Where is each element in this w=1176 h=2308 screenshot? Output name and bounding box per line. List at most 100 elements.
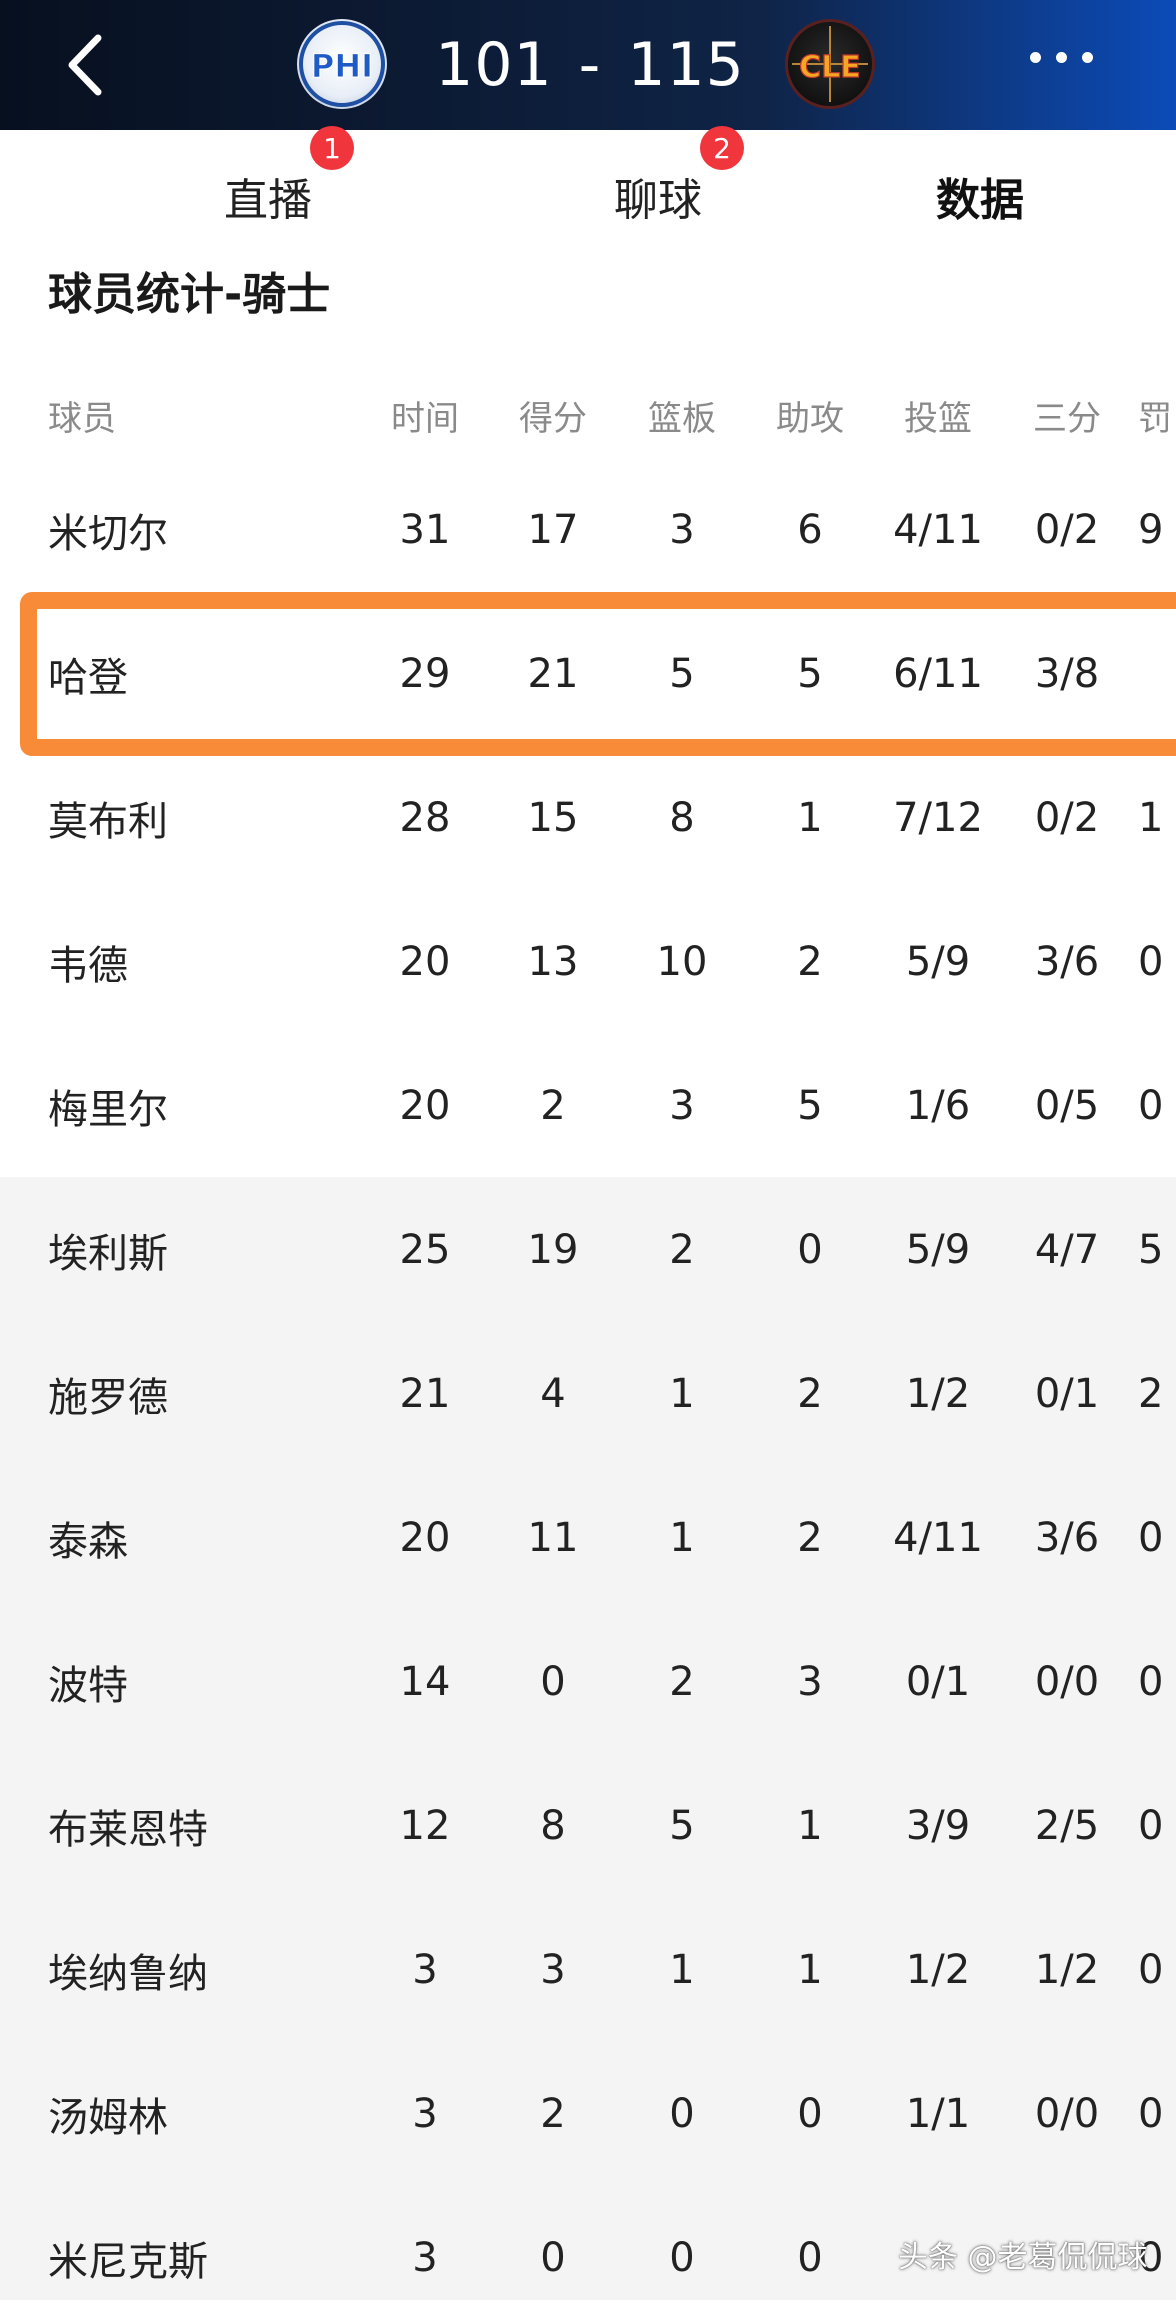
stat-free-throws: 0 — [1138, 2091, 1164, 2137]
col-header-three-pointers[interactable]: 三分 — [1017, 365, 1117, 465]
stat-free-throws: 5 — [1138, 1227, 1164, 1273]
stat-field-goals: 1/2 — [905, 1947, 971, 1993]
stat-free-throws: 2 — [1138, 1371, 1164, 1417]
stat-field-goals: 1/1 — [905, 2091, 971, 2137]
table-row[interactable]: 布莱恩特 12 8 5 1 3/9 2/5 0 — [0, 1776, 1176, 1876]
stat-points: 11 — [527, 1515, 579, 1561]
table-row[interactable]: 梅里尔 20 2 3 5 1/6 0/5 0 — [0, 1056, 1176, 1156]
tab-stats-label: 数据 — [936, 175, 1024, 226]
stat-field-goals: 1/2 — [905, 1371, 971, 1417]
home-team-abbr: PHI — [311, 47, 373, 85]
table-row[interactable]: 埃利斯 25 19 2 0 5/9 4/7 5 — [0, 1200, 1176, 1300]
stat-minutes: 12 — [399, 1803, 451, 1849]
stat-rebounds: 3 — [669, 507, 695, 553]
away-score: 115 — [627, 30, 745, 100]
col-header-minutes[interactable]: 时间 — [375, 365, 475, 465]
stat-field-goals: 7/12 — [893, 795, 983, 841]
stat-minutes: 21 — [399, 1371, 451, 1417]
stat-points: 4 — [540, 1371, 566, 1417]
player-name: 韦德 — [48, 943, 128, 989]
stat-rebounds: 0 — [669, 2091, 695, 2137]
stat-assists: 6 — [797, 507, 823, 553]
stat-rebounds: 1 — [669, 1371, 695, 1417]
stats-column-headers: 球员 时间 得分 篮板 助攻 投篮 三分 罚 — [0, 365, 1176, 465]
stat-three-pointers: 3/6 — [1034, 1515, 1100, 1561]
stat-three-pointers: 0/2 — [1034, 795, 1100, 841]
stat-assists: 0 — [797, 2235, 823, 2281]
stat-three-pointers: 0/2 — [1034, 507, 1100, 553]
stat-minutes: 28 — [399, 795, 451, 841]
stat-points: 3 — [540, 1947, 566, 1993]
stat-points: 0 — [540, 2235, 566, 2281]
stat-field-goals: 4/11 — [893, 1515, 983, 1561]
stat-minutes: 20 — [399, 1083, 451, 1129]
table-row[interactable]: 韦德 20 13 10 2 5/9 3/6 0 — [0, 912, 1176, 1012]
stat-rebounds: 3 — [669, 1083, 695, 1129]
player-name: 米尼克斯 — [48, 2239, 208, 2285]
table-row[interactable]: 汤姆林 3 2 0 0 1/1 0/0 0 — [0, 2064, 1176, 2164]
stat-three-pointers: 1/2 — [1034, 1947, 1100, 1993]
stat-minutes: 20 — [399, 1515, 451, 1561]
stat-points: 2 — [540, 2091, 566, 2137]
stat-three-pointers: 3/6 — [1034, 939, 1100, 985]
stat-three-pointers: 4/7 — [1034, 1227, 1100, 1273]
stat-points: 15 — [527, 795, 579, 841]
stat-minutes: 3 — [412, 2235, 438, 2281]
stat-assists: 0 — [797, 2091, 823, 2137]
tab-chat-label: 聊球 — [614, 175, 702, 226]
stat-assists: 1 — [797, 1947, 823, 1993]
stat-rebounds: 5 — [669, 1803, 695, 1849]
stat-assists: 1 — [797, 795, 823, 841]
away-team-logo[interactable]: CLE — [785, 19, 875, 109]
stat-field-goals: 4/11 — [893, 507, 983, 553]
stat-free-throws: 0 — [1138, 1083, 1164, 1129]
player-name: 汤姆林 — [48, 2095, 168, 2141]
col-header-free-throws[interactable]: 罚 — [1138, 365, 1176, 465]
more-options-icon[interactable] — [1030, 52, 1093, 63]
col-header-assists[interactable]: 助攻 — [760, 365, 860, 465]
tab-stats[interactable]: 数据 — [860, 130, 1100, 262]
player-name: 埃纳鲁纳 — [48, 1951, 208, 1997]
stat-field-goals: 5/9 — [905, 1227, 971, 1273]
player-name: 波特 — [48, 1663, 128, 1709]
tab-chat-badge: 2 — [700, 126, 744, 170]
tab-live[interactable]: 直播 1 — [148, 126, 388, 262]
player-name: 埃利斯 — [48, 1231, 168, 1277]
stat-field-goals: 3/9 — [905, 1803, 971, 1849]
stat-rebounds: 10 — [656, 939, 708, 985]
col-header-field-goals[interactable]: 投篮 — [878, 365, 998, 465]
table-row[interactable]: 波特 14 0 2 3 0/1 0/0 0 — [0, 1632, 1176, 1732]
highlight-box — [20, 592, 1176, 756]
table-row[interactable]: 施罗德 21 4 1 2 1/2 0/1 2 — [0, 1344, 1176, 1444]
stat-minutes: 3 — [412, 2091, 438, 2137]
stat-rebounds: 2 — [669, 1659, 695, 1705]
stat-minutes: 20 — [399, 939, 451, 985]
player-name: 梅里尔 — [48, 1087, 168, 1133]
stat-three-pointers: 2/5 — [1034, 1803, 1100, 1849]
stat-minutes: 14 — [399, 1659, 451, 1705]
col-header-player: 球员 — [48, 398, 116, 439]
table-row[interactable]: 莫布利 28 15 8 1 7/12 0/2 1 — [0, 768, 1176, 868]
player-name: 布莱恩特 — [48, 1807, 208, 1853]
stat-points: 0 — [540, 1659, 566, 1705]
stat-assists: 3 — [797, 1659, 823, 1705]
table-row[interactable]: 埃纳鲁纳 3 3 1 1 1/2 1/2 0 — [0, 1920, 1176, 2020]
col-header-points[interactable]: 得分 — [503, 365, 603, 465]
back-arrow-icon[interactable] — [58, 30, 118, 100]
stat-three-pointers: 0/0 — [1034, 1659, 1100, 1705]
home-team-logo[interactable]: PHI — [297, 19, 387, 109]
col-header-rebounds[interactable]: 篮板 — [632, 365, 732, 465]
stat-free-throws: 1 — [1138, 795, 1164, 841]
stat-assists: 2 — [797, 939, 823, 985]
player-name: 泰森 — [48, 1519, 128, 1565]
tab-chat[interactable]: 聊球 2 — [538, 126, 778, 262]
tab-live-label: 直播 — [224, 175, 312, 226]
stat-field-goals: 0/1 — [905, 1659, 971, 1705]
player-name: 莫布利 — [48, 799, 168, 845]
stat-rebounds: 0 — [669, 2235, 695, 2281]
stat-minutes: 25 — [399, 1227, 451, 1273]
stat-free-throws: 0 — [1138, 1659, 1164, 1705]
table-row[interactable]: 泰森 20 11 1 2 4/11 3/6 0 — [0, 1488, 1176, 1588]
table-row[interactable]: 米切尔 31 17 3 6 4/11 0/2 9 — [0, 480, 1176, 580]
score-separator: - — [578, 30, 602, 100]
